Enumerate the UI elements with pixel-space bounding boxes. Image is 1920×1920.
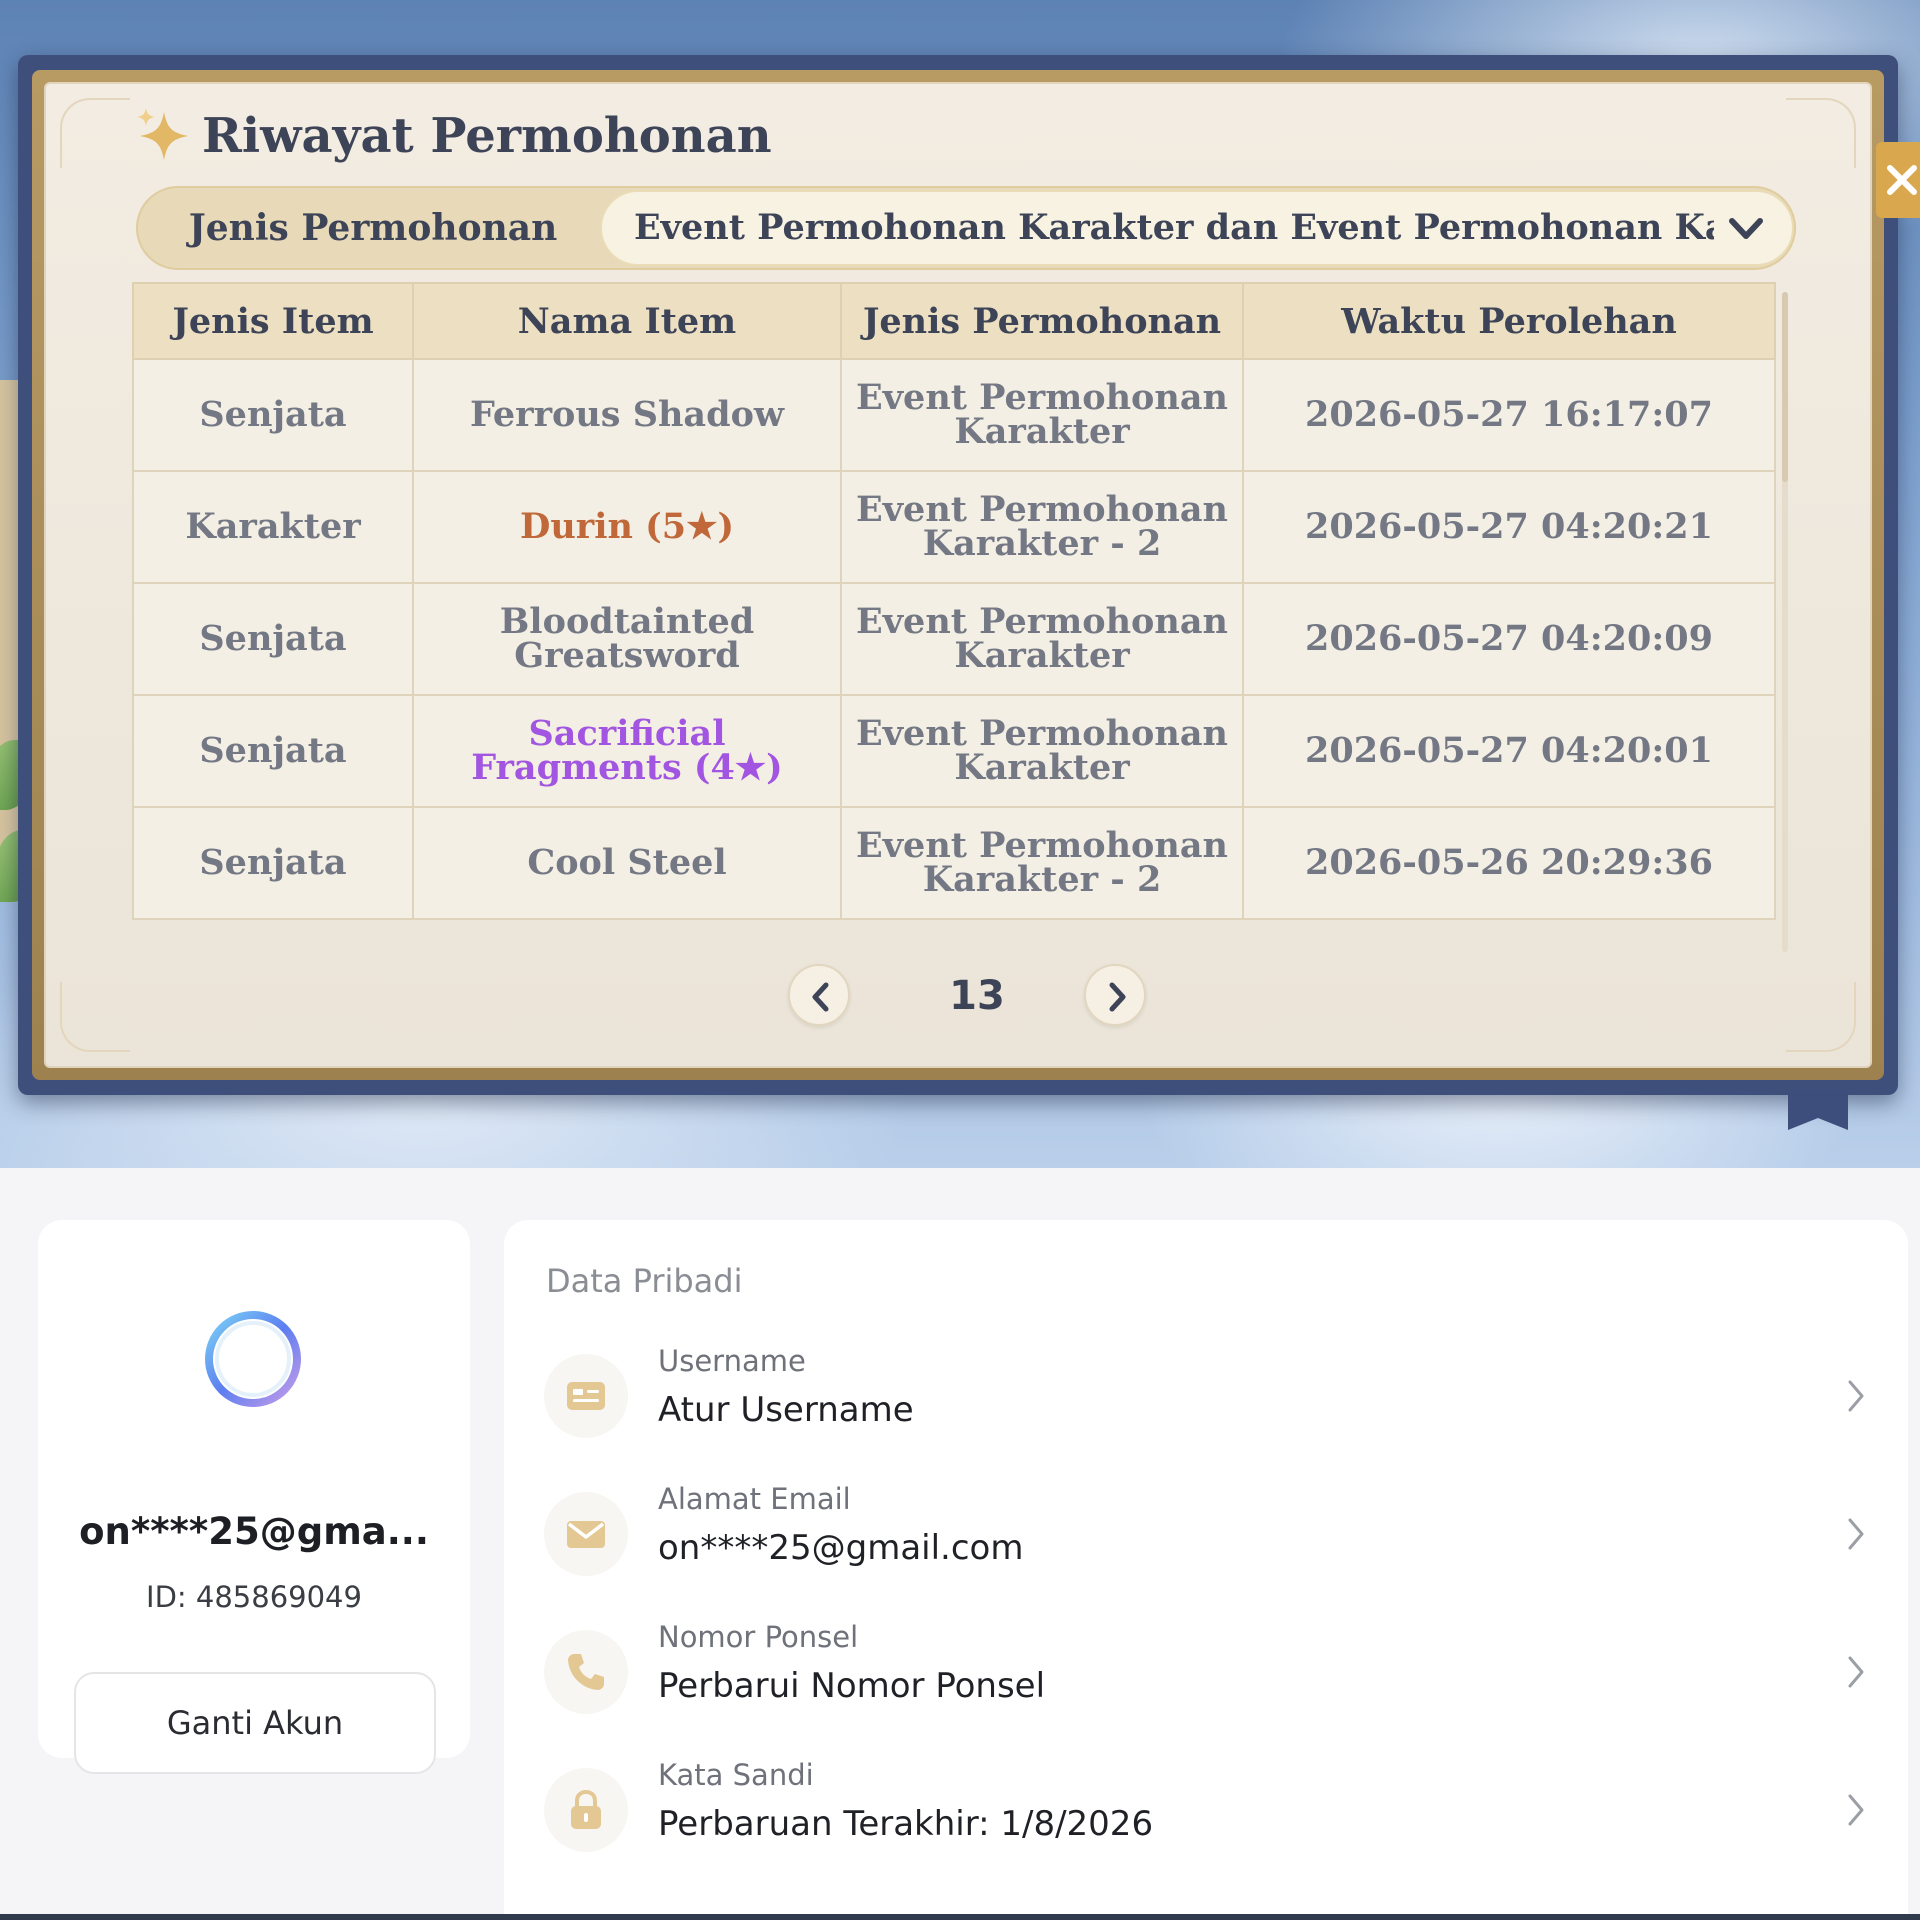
phone-icon bbox=[568, 1654, 604, 1690]
prev-page-button[interactable] bbox=[788, 964, 850, 1026]
time-cell: 2026-05-26 20:29:36 bbox=[1242, 806, 1776, 920]
chevron-down-icon bbox=[1729, 218, 1763, 239]
email-row[interactable]: Alamat Email on****25@gmail.com bbox=[540, 1478, 1880, 1590]
wish-type-cell: Event Permohonan Karakter bbox=[840, 582, 1244, 696]
table-row: Senjata Ferrous Shadow Event Permohonan … bbox=[132, 358, 1776, 472]
chevron-right-icon bbox=[1109, 982, 1126, 1012]
wish-type-cell: Event Permohonan Karakter - 2 bbox=[840, 470, 1244, 584]
phone-row[interactable]: Nomor Ponsel Perbarui Nomor Ponsel bbox=[540, 1616, 1880, 1728]
bookmark-ribbon bbox=[1788, 1090, 1848, 1130]
wish-history-window: Riwayat Permohonan Jenis Permohonan Even… bbox=[0, 0, 1920, 1168]
profile-email: on****25@gma... bbox=[79, 1510, 429, 1553]
ornament-corner bbox=[60, 982, 130, 1052]
item-name-cell: Sacrificial Fragments (4★) bbox=[412, 694, 842, 808]
bottom-edge bbox=[0, 1914, 1920, 1920]
ornament-corner bbox=[60, 98, 130, 168]
ornament-corner bbox=[1786, 982, 1856, 1052]
account-settings-page: on****25@gma... ID: 485869049 Ganti Akun… bbox=[0, 1168, 1920, 1920]
row-label: Nomor Ponsel bbox=[658, 1620, 859, 1654]
wish-type-cell: Event Permohonan Karakter bbox=[840, 358, 1244, 472]
chevron-right-icon bbox=[1848, 1380, 1864, 1412]
item-type-cell: Senjata bbox=[132, 806, 414, 920]
item-name-cell: Cool Steel bbox=[412, 806, 842, 920]
password-row[interactable]: Kata Sandi Perbaruan Terakhir: 1/8/2026 bbox=[540, 1754, 1880, 1866]
page-title: Riwayat Permohonan bbox=[202, 108, 772, 164]
mail-icon bbox=[567, 1521, 605, 1548]
chevron-right-icon bbox=[1848, 1794, 1864, 1826]
row-label: Username bbox=[658, 1344, 806, 1378]
item-name-cell: Durin (5★) bbox=[412, 470, 842, 584]
next-page-button[interactable] bbox=[1084, 964, 1146, 1026]
personal-data-card: Data Pribadi Username Atur Username Alam… bbox=[504, 1220, 1908, 1920]
close-button[interactable] bbox=[1876, 142, 1920, 218]
row-label: Alamat Email bbox=[658, 1482, 851, 1516]
row-icon-container bbox=[544, 1630, 628, 1714]
filter-label: Jenis Permohonan bbox=[188, 207, 558, 249]
item-type-cell: Senjata bbox=[132, 358, 414, 472]
history-table: Jenis Item Nama Item Jenis Permohonan Wa… bbox=[132, 282, 1776, 920]
lock-icon bbox=[571, 1789, 601, 1829]
wish-type-filter: Jenis Permohonan Event Permohonan Karakt… bbox=[136, 186, 1796, 270]
row-value: Atur Username bbox=[658, 1390, 914, 1430]
row-value: Perbarui Nomor Ponsel bbox=[658, 1666, 1046, 1706]
table-row: Senjata Sacrificial Fragments (4★) Event… bbox=[132, 694, 1776, 808]
row-value: Perbaruan Terakhir: 1/8/2026 bbox=[658, 1804, 1154, 1844]
item-type-cell: Senjata bbox=[132, 582, 414, 696]
history-panel: Riwayat Permohonan Jenis Permohonan Even… bbox=[44, 82, 1872, 1068]
table-header-row: Jenis Item Nama Item Jenis Permohonan Wa… bbox=[132, 282, 1776, 360]
avatar bbox=[205, 1311, 301, 1407]
profile-id: ID: 485869049 bbox=[146, 1580, 362, 1614]
row-icon-container bbox=[544, 1768, 628, 1852]
row-icon-container bbox=[544, 1492, 628, 1576]
column-header: Nama Item bbox=[412, 282, 842, 360]
row-value: on****25@gmail.com bbox=[658, 1528, 1024, 1568]
ornament-corner bbox=[1786, 98, 1856, 168]
item-type-cell: Senjata bbox=[132, 694, 414, 808]
table-row: Karakter Durin (5★) Event Permohonan Kar… bbox=[132, 470, 1776, 584]
close-icon bbox=[1887, 165, 1917, 195]
username-row[interactable]: Username Atur Username bbox=[540, 1340, 1880, 1452]
page-number: 13 bbox=[949, 973, 1005, 1019]
time-cell: 2026-05-27 04:20:01 bbox=[1242, 694, 1776, 808]
table-row: Senjata Bloodtainted Greatsword Event Pe… bbox=[132, 582, 1776, 696]
item-type-cell: Karakter bbox=[132, 470, 414, 584]
time-cell: 2026-05-27 04:20:09 bbox=[1242, 582, 1776, 696]
table-row: Senjata Cool Steel Event Permohonan Kara… bbox=[132, 806, 1776, 920]
table-scrollbar[interactable] bbox=[1782, 292, 1788, 952]
id-card-icon bbox=[567, 1382, 605, 1410]
wish-type-cell: Event Permohonan Karakter bbox=[840, 694, 1244, 808]
wish-type-dropdown[interactable]: Event Permohonan Karakter dan Event Perm… bbox=[600, 190, 1794, 266]
time-cell: 2026-05-27 04:20:21 bbox=[1242, 470, 1776, 584]
profile-card: on****25@gma... ID: 485869049 Ganti Akun bbox=[38, 1220, 470, 1774]
section-title: Data Pribadi bbox=[546, 1262, 743, 1300]
row-icon-container bbox=[544, 1354, 628, 1438]
column-header: Jenis Permohonan bbox=[840, 282, 1244, 360]
dropdown-selected-value: Event Permohonan Karakter dan Event Perm… bbox=[634, 207, 1714, 248]
sparkle-icon bbox=[137, 108, 188, 160]
chevron-right-icon bbox=[1848, 1518, 1864, 1550]
row-label: Kata Sandi bbox=[658, 1758, 814, 1792]
scrollbar-thumb[interactable] bbox=[1782, 292, 1788, 482]
column-header: Jenis Item bbox=[132, 282, 414, 360]
chevron-right-icon bbox=[1848, 1656, 1864, 1688]
item-name-cell: Ferrous Shadow bbox=[412, 358, 842, 472]
item-name-cell: Bloodtainted Greatsword bbox=[412, 582, 842, 696]
chevron-left-icon bbox=[812, 982, 829, 1012]
wish-type-cell: Event Permohonan Karakter - 2 bbox=[840, 806, 1244, 920]
column-header: Waktu Perolehan bbox=[1242, 282, 1776, 360]
time-cell: 2026-05-27 16:17:07 bbox=[1242, 358, 1776, 472]
switch-account-button[interactable]: Ganti Akun bbox=[74, 1672, 436, 1774]
